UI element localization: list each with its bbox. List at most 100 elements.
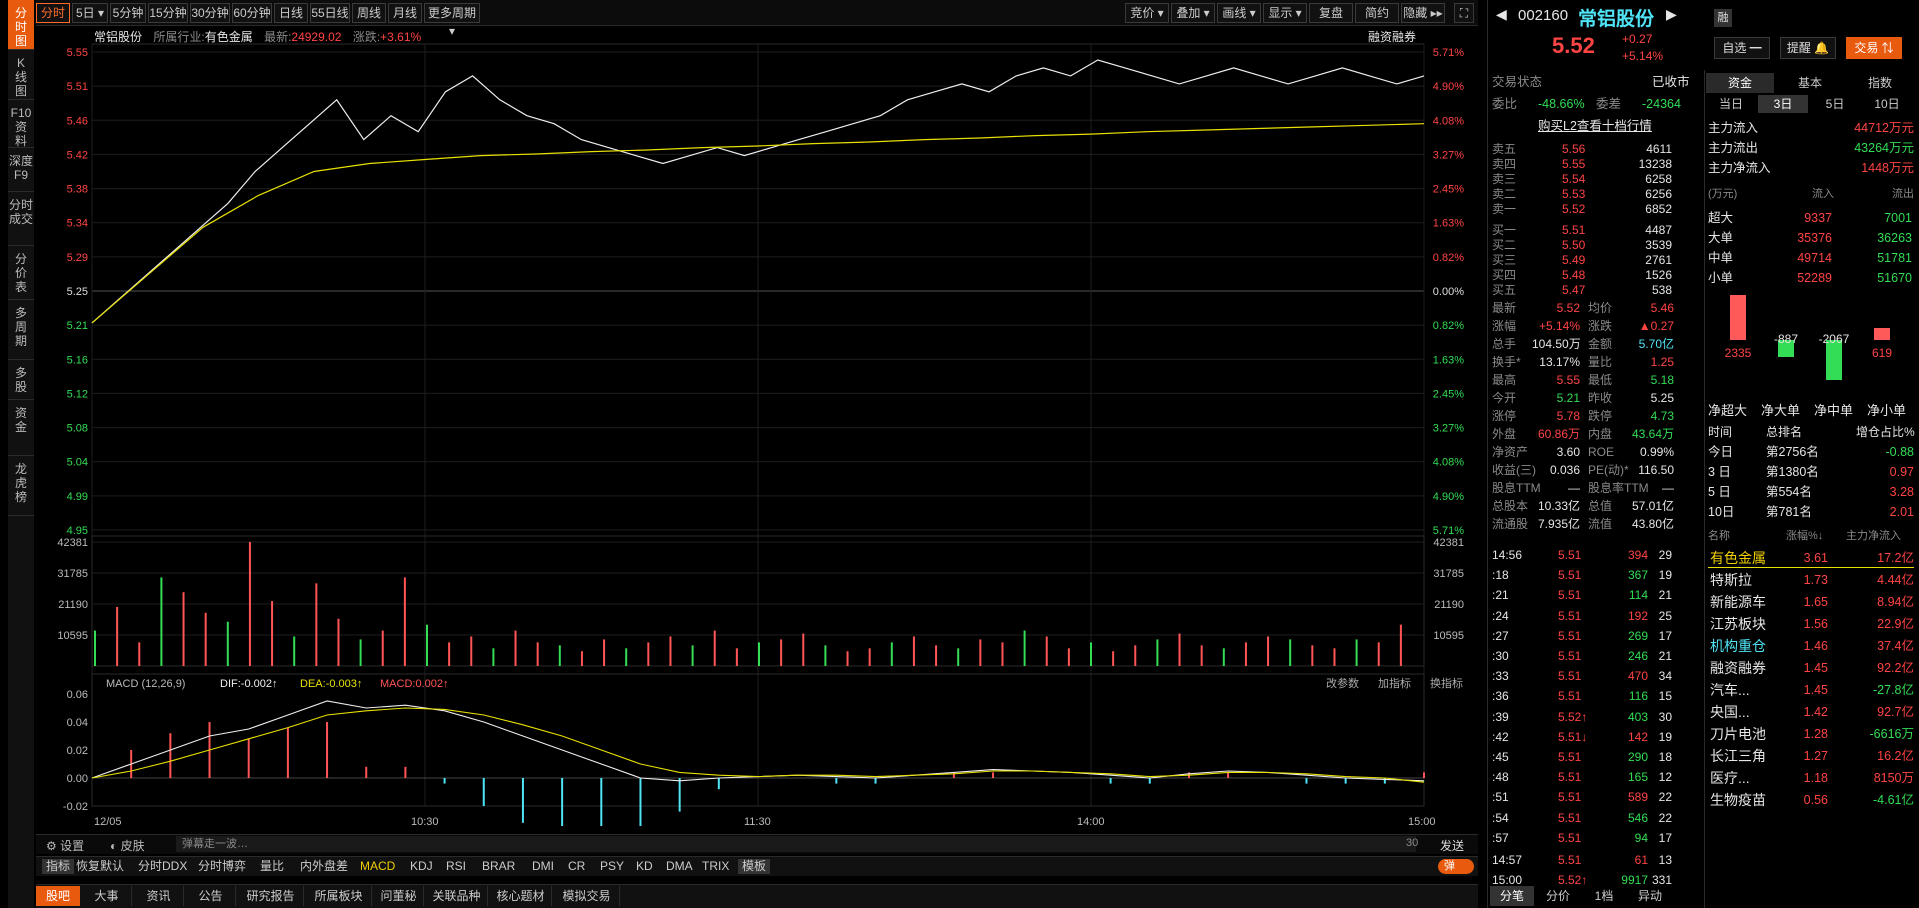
tick-tab-3[interactable]: 异动 (1628, 886, 1672, 906)
indicator-3[interactable]: 分时博弈 (194, 859, 250, 874)
indicator-1[interactable]: 恢复默认 (72, 859, 128, 874)
tick-tab-2[interactable]: 1档 (1582, 886, 1626, 906)
bottom-tab-2[interactable]: 资讯 (134, 886, 184, 906)
tick-tab-1[interactable]: 分价 (1536, 886, 1580, 906)
prev-stock-icon[interactable]: ◀ (1496, 6, 1507, 23)
fund-tab-1[interactable]: 基本 (1776, 73, 1844, 93)
sector-name[interactable]: 机构重仓 (1710, 638, 1766, 654)
left-tab-5[interactable]: 分 价 表 (8, 246, 34, 300)
fund-subtab-2[interactable]: 5日 (1810, 95, 1860, 113)
left-tab-0[interactable]: 分 时 图 (8, 0, 34, 50)
indicator-13[interactable]: KD (632, 859, 657, 874)
sector-flow: 92.7亿 (1877, 705, 1914, 719)
sector-name[interactable]: 融资融券 (1710, 660, 1766, 676)
indicator-6[interactable]: MACD (356, 859, 399, 874)
indicator-12[interactable]: PSY (596, 859, 628, 874)
send-button[interactable]: 发送 (1440, 837, 1464, 854)
fund-head: 流出 (1892, 188, 1914, 200)
indicator-5[interactable]: 内外盘差 (296, 859, 352, 874)
indicator-9[interactable]: BRAR (478, 859, 519, 874)
sector-name[interactable]: 特斯拉 (1710, 572, 1752, 588)
sector-name[interactable]: 有色金属 (1710, 550, 1766, 566)
bottom-tab-6[interactable]: 问董秘 (374, 886, 424, 906)
bottom-tab-1[interactable]: 大事 (82, 886, 132, 906)
period-tab-2[interactable]: 5分钟 (110, 3, 146, 23)
sector-name[interactable]: 刀片电池 (1710, 726, 1766, 742)
indicator-16[interactable]: 模板 (738, 859, 771, 874)
bottom-tab-8[interactable]: 核心题材 (490, 886, 552, 906)
bottom-tab-5[interactable]: 所属板块 (306, 886, 372, 906)
add-watchlist-button[interactable]: 自选 ━ (1714, 37, 1770, 59)
alert-button[interactable]: 提醒 🔔 (1780, 37, 1836, 59)
sector-name[interactable]: 医疗... (1710, 770, 1750, 786)
fund-subtab-1[interactable]: 3日 (1758, 95, 1808, 113)
bottom-tab-3[interactable]: 公告 (186, 886, 236, 906)
skin-button[interactable]: ◐ 皮肤 (110, 837, 145, 854)
sector-name[interactable]: 新能源车 (1710, 594, 1766, 610)
danmu-input[interactable]: 弹幕走一波… (176, 836, 1416, 852)
indicator-7[interactable]: KDJ (406, 859, 437, 874)
left-tab-7[interactable]: 多 股 (8, 360, 34, 400)
indicator-0[interactable]: 指标 (42, 859, 75, 874)
bottom-tab-9[interactable]: 模拟交易 (554, 886, 620, 906)
indicator-4[interactable]: 量比 (256, 859, 288, 874)
fund-tab-2[interactable]: 指数 (1846, 73, 1914, 93)
period-tab-6[interactable]: 日线 (274, 3, 308, 23)
fund-subtab-0[interactable]: 当日 (1706, 95, 1756, 113)
l2-link[interactable]: 购买L2查看十档行情 (1538, 118, 1652, 134)
left-tab-8[interactable]: 资 金 (8, 400, 34, 456)
sector-name[interactable]: 长江三角 (1710, 748, 1766, 764)
fund-row-label: 大单 (1708, 231, 1734, 245)
sector-name[interactable]: 江苏板块 (1710, 616, 1766, 632)
tick-time: :33 (1492, 669, 1509, 684)
tick-tab-0[interactable]: 分笔 (1490, 886, 1534, 906)
next-stock-icon[interactable]: ▶ (1666, 6, 1677, 23)
sector-name[interactable]: 生物疫苗 (1710, 792, 1766, 808)
dea-value: DEA:-0.003↑ (300, 678, 362, 690)
left-tab-1[interactable]: K 线 图 (8, 50, 34, 100)
period-tab-5[interactable]: 60分钟 (232, 3, 272, 23)
indicator-14[interactable]: DMA (662, 859, 697, 874)
sector-name[interactable]: 央国... (1710, 704, 1750, 720)
danmu-toggle[interactable]: 弹 (1438, 859, 1474, 874)
period-tab-0[interactable]: 分时 (36, 3, 70, 23)
tool-2[interactable]: 画线 ▾ (1217, 3, 1261, 23)
bottom-tab-7[interactable]: 关联品种 (426, 886, 488, 906)
tool-6[interactable]: 隐藏 ▸▸ (1401, 3, 1445, 23)
tool-5[interactable]: 简约 (1355, 3, 1399, 23)
left-tab-6[interactable]: 多 周 期 (8, 300, 34, 360)
indicator-15[interactable]: TRIX (698, 859, 733, 874)
tool-4[interactable]: 复盘 (1309, 3, 1353, 23)
indicator-11[interactable]: CR (564, 859, 589, 874)
fund-tab-0[interactable]: 资金 (1706, 73, 1774, 93)
book-volume: 2761 (1645, 253, 1672, 267)
tool-0[interactable]: 竞价 ▾ (1125, 3, 1169, 23)
period-tab-3[interactable]: 15分钟 (148, 3, 188, 23)
period-tab-7[interactable]: 55日线 (310, 3, 350, 23)
indicator-8[interactable]: RSI (442, 859, 470, 874)
volume-bar (1023, 630, 1026, 666)
tool-3[interactable]: 显示 ▾ (1263, 3, 1307, 23)
indicator-10[interactable]: DMI (528, 859, 558, 874)
left-tab-9[interactable]: 龙 虎 榜 (8, 456, 34, 516)
period-tab-4[interactable]: 30分钟 (190, 3, 230, 23)
period-tab-8[interactable]: 周线 (352, 3, 386, 23)
indicator-2[interactable]: 分时DDX (134, 859, 191, 874)
period-tab-1[interactable]: 5日 ▾ (72, 3, 108, 23)
settings-button[interactable]: ⚙ 设置 (46, 837, 84, 854)
bottom-tab-0[interactable]: 股吧 (36, 886, 80, 906)
left-tab-2[interactable]: F10 资 料 (8, 100, 34, 148)
fullscreen-icon[interactable]: ⛶ (1454, 3, 1474, 23)
volume-bar (691, 645, 694, 666)
stat-label: 涨幅 (1492, 319, 1517, 333)
left-tab-3[interactable]: 深度 F9 (8, 148, 34, 192)
volume-bar (1001, 642, 1004, 666)
period-tab-10[interactable]: 更多周期 ▾ (424, 3, 480, 38)
fund-subtab-3[interactable]: 10日 (1862, 95, 1912, 113)
bottom-tab-4[interactable]: 研究报告 (238, 886, 304, 906)
tool-1[interactable]: 叠加 ▾ (1171, 3, 1215, 23)
sector-name[interactable]: 汽车... (1710, 682, 1750, 698)
left-tab-4[interactable]: 分时 成交 (8, 192, 34, 246)
period-tab-9[interactable]: 月线 (388, 3, 422, 23)
trade-button[interactable]: 交易 ⇅ (1846, 37, 1902, 59)
